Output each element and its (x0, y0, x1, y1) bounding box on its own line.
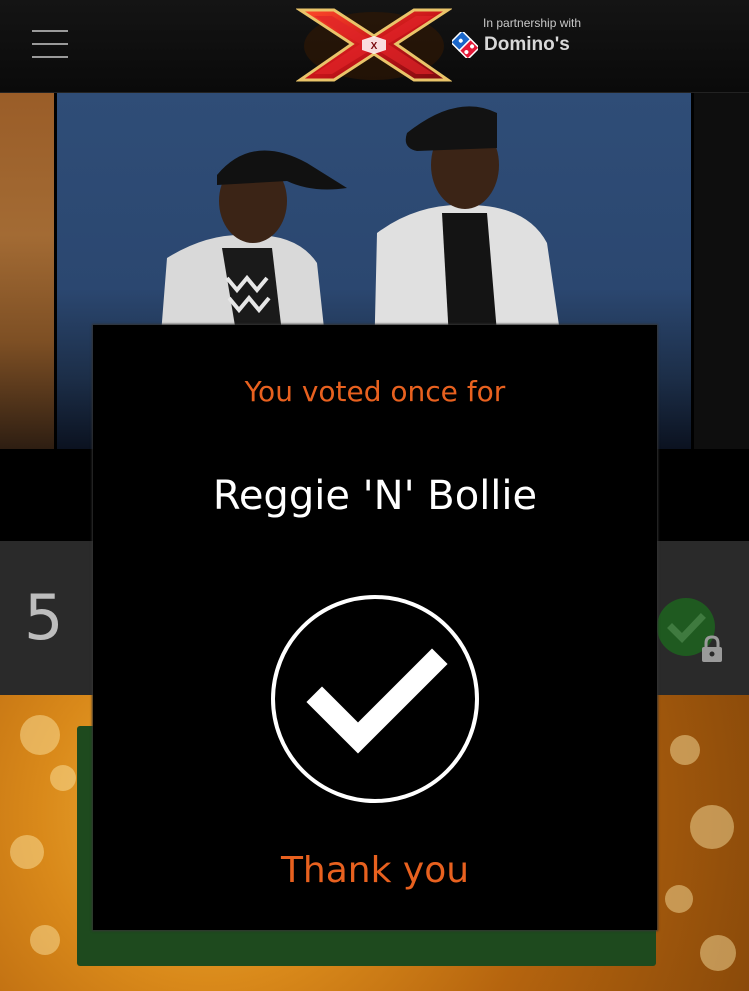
contestant-name: Reggie 'N' Bollie (212, 473, 538, 519)
app-header: X In partnership with Domino's (0, 0, 749, 93)
x-factor-logo: X (296, 8, 452, 82)
modal-subtitle: You voted once for (244, 375, 506, 408)
partner-label: In partnership with (483, 16, 582, 30)
partner-name: Domino's (484, 34, 570, 55)
partner-badge: In partnership with Domino's (452, 14, 602, 64)
hamburger-menu-icon[interactable] (32, 30, 68, 58)
previous-contestant-card[interactable] (0, 93, 54, 449)
thank-you-message: Thank you (280, 850, 470, 891)
next-contestant-card[interactable] (694, 93, 749, 449)
dominos-domino-icon (452, 32, 478, 58)
vote-confirmation-modal: You voted once for Reggie 'N' Bollie Tha… (93, 325, 657, 930)
lock-icon (702, 635, 722, 662)
svg-text:X: X (371, 41, 378, 52)
check-circle-icon (271, 595, 479, 803)
rank-number: 5 (24, 581, 64, 654)
